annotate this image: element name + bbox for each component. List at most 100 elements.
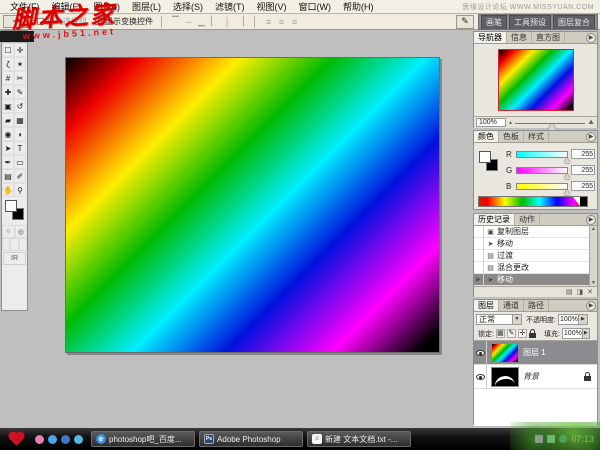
slice-tool[interactable]: ✂: [14, 71, 26, 85]
tab-swatches[interactable]: 色板: [499, 131, 524, 142]
menu-edit[interactable]: 编辑(E): [46, 0, 88, 13]
history-source-cell[interactable]: [474, 250, 484, 262]
tray-icon[interactable]: [547, 435, 555, 443]
healing-brush-tool[interactable]: ✚: [2, 85, 14, 99]
brush-tool[interactable]: ✎: [14, 85, 26, 99]
lasso-tool[interactable]: ζ: [2, 57, 14, 71]
distribute-vcenter-icon[interactable]: ≡: [277, 17, 286, 27]
zoom-slider-handle[interactable]: [548, 119, 556, 130]
tab-paths[interactable]: 路径: [524, 300, 549, 311]
tray-icon[interactable]: [559, 435, 567, 443]
scroll-up-icon[interactable]: ▲: [591, 226, 596, 232]
tab-navigator[interactable]: 导航器: [474, 32, 507, 43]
imageready-button[interactable]: IR: [3, 252, 26, 265]
quickmask-mode-button[interactable]: ◎: [15, 225, 28, 238]
tab-info[interactable]: 信息: [507, 32, 532, 43]
crop-tool[interactable]: #: [2, 71, 14, 85]
zoom-level-field[interactable]: 100%: [476, 118, 506, 127]
history-step[interactable]: ▣ 复制图层: [474, 226, 597, 238]
red-channel-slider[interactable]: [516, 151, 568, 158]
panel-menu-icon[interactable]: ▶: [586, 301, 596, 311]
type-tool[interactable]: T: [14, 141, 26, 155]
history-step[interactable]: ▤ 过渡: [474, 250, 597, 262]
green-channel-slider[interactable]: [516, 167, 568, 174]
document-canvas[interactable]: [65, 57, 440, 353]
tab-actions[interactable]: 动作: [515, 214, 540, 225]
chevron-down-icon[interactable]: ▼: [512, 315, 521, 324]
clone-stamp-tool[interactable]: ▣: [2, 99, 14, 113]
delete-state-icon[interactable]: ✕: [587, 288, 593, 296]
eye-icon[interactable]: [476, 350, 485, 356]
history-source-cell[interactable]: [474, 226, 484, 238]
align-top-icon[interactable]: ▔: [171, 16, 180, 27]
chevron-icon[interactable]: ▶: [582, 329, 589, 338]
path-selection-tool[interactable]: ➤: [2, 141, 14, 155]
tray-icon[interactable]: [535, 435, 543, 443]
zoom-tool[interactable]: ⚲: [14, 183, 26, 197]
magic-wand-tool[interactable]: ✶: [14, 57, 26, 71]
eraser-tool[interactable]: ▰: [2, 113, 14, 127]
menu-image[interactable]: 图像(I): [88, 0, 127, 13]
new-snapshot-icon[interactable]: ◨: [577, 288, 584, 296]
quicklaunch-icon[interactable]: [61, 435, 70, 444]
blur-tool[interactable]: ◉: [2, 127, 14, 141]
tab-color[interactable]: 颜色: [474, 131, 499, 142]
panel-menu-icon[interactable]: ▶: [586, 215, 596, 225]
history-brush-tool[interactable]: ↺: [14, 99, 26, 113]
quicklaunch-icon[interactable]: [74, 435, 83, 444]
history-source-cell[interactable]: [474, 262, 484, 274]
foreground-color-swatch[interactable]: [5, 200, 17, 212]
layer-name[interactable]: 图层 1: [523, 347, 546, 358]
distribute-top-icon[interactable]: ≡: [264, 17, 273, 27]
align-right-icon[interactable]: ▕: [236, 16, 245, 27]
visibility-cell[interactable]: [474, 365, 487, 389]
quicklaunch-icon[interactable]: [35, 435, 44, 444]
blue-channel-value[interactable]: 255: [571, 181, 595, 191]
align-bottom-icon[interactable]: ▁: [197, 16, 206, 27]
dodge-tool[interactable]: ◖: [14, 127, 26, 141]
color-spectrum-ramp[interactable]: [478, 196, 588, 207]
slider-handle[interactable]: [564, 155, 570, 163]
zoom-out-icon[interactable]: ▴: [509, 119, 512, 126]
navigator-thumbnail[interactable]: [498, 49, 574, 111]
layer-row-background[interactable]: 背景: [474, 365, 597, 389]
zoom-in-icon[interactable]: ▲: [587, 117, 595, 126]
blue-channel-slider[interactable]: [516, 183, 568, 190]
menu-select[interactable]: 选择(S): [167, 0, 209, 13]
history-source-cell[interactable]: [474, 238, 484, 250]
taskbar-button-browser[interactable]: e photoshop吧_百度...: [91, 431, 195, 447]
fill-field[interactable]: 100% ▶: [562, 328, 590, 339]
white-swatch[interactable]: [573, 197, 580, 206]
gradient-tool[interactable]: ▦: [14, 113, 26, 127]
menu-window[interactable]: 窗口(W): [293, 0, 338, 13]
standard-mode-button[interactable]: ○: [2, 225, 15, 238]
eye-icon[interactable]: [476, 374, 485, 380]
standard-screen-button[interactable]: [2, 238, 10, 251]
layer-name[interactable]: 背景: [523, 371, 539, 382]
layer-thumbnail[interactable]: [491, 367, 519, 387]
panel-menu-icon[interactable]: ▶: [586, 33, 596, 43]
menu-view[interactable]: 视图(V): [251, 0, 293, 13]
fullscreen-menubar-button[interactable]: [10, 238, 18, 251]
menu-help[interactable]: 帮助(H): [337, 0, 380, 13]
new-document-from-state-icon[interactable]: ▤: [566, 288, 573, 296]
tab-history[interactable]: 历史记录: [474, 214, 515, 225]
taskbar-button-notepad[interactable]: ≡ 新建 文本文档.txt -...: [307, 431, 411, 447]
shape-tool[interactable]: ▭: [14, 155, 26, 169]
history-step[interactable]: ➤ 移动: [474, 238, 597, 250]
pen-tool[interactable]: ✒: [2, 155, 14, 169]
distribute-bottom-icon[interactable]: ≡: [290, 17, 299, 27]
tab-layers[interactable]: 图层: [474, 300, 499, 311]
tab-brushes[interactable]: 画笔: [481, 15, 507, 29]
lock-transparency-icon[interactable]: ▦: [496, 329, 505, 338]
slider-handle[interactable]: [564, 187, 570, 195]
green-channel-value[interactable]: 255: [571, 165, 595, 175]
align-left-icon[interactable]: ▏: [210, 16, 219, 27]
foreground-color-swatch[interactable]: [479, 151, 491, 163]
history-step-current[interactable]: ▶ ➤ 移动: [474, 274, 597, 286]
tab-tool-presets[interactable]: 工具预设: [509, 15, 551, 29]
menu-filter[interactable]: 滤镜(T): [209, 0, 251, 13]
menu-layer[interactable]: 图层(L): [126, 0, 167, 13]
lock-all-icon[interactable]: [529, 333, 536, 338]
history-source-cell[interactable]: ▶: [474, 274, 484, 286]
